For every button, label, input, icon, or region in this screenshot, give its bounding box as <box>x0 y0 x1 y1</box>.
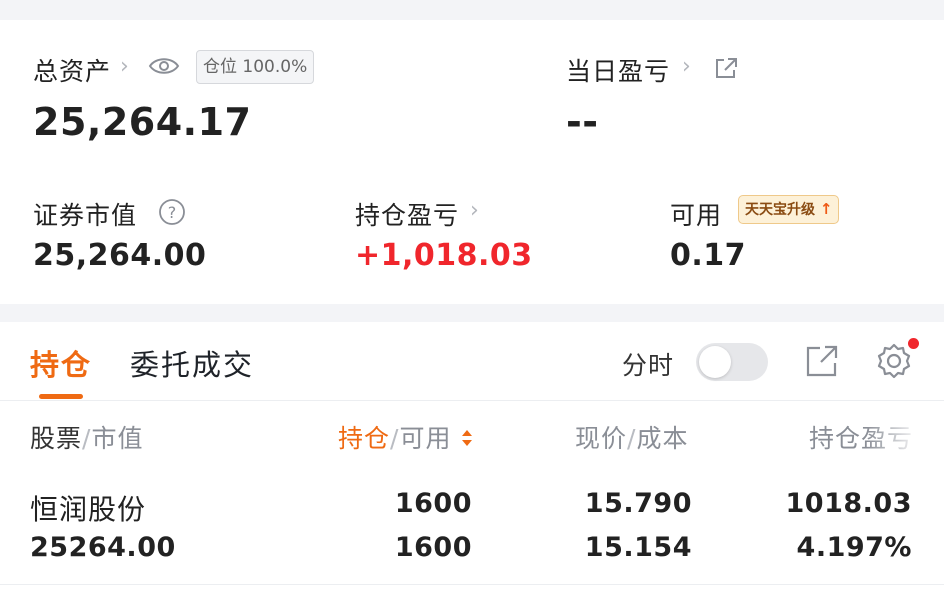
header-position-label: 持仓 <box>338 424 391 453</box>
gear-icon[interactable] <box>874 342 914 382</box>
position-ratio-badge: 仓位 100.0% <box>196 50 315 84</box>
column-header-price: 现价/成本 <box>575 419 688 455</box>
share-icon[interactable] <box>805 344 839 378</box>
up-arrow-icon: ↑ <box>819 200 833 218</box>
chevron-right-icon[interactable]: › <box>120 54 129 79</box>
market-value-label: 证券市值 <box>33 201 138 230</box>
available-funds-label: 可用 <box>670 201 723 230</box>
stock-name: 恒润股份 <box>30 493 147 526</box>
notification-dot <box>908 338 919 349</box>
promo-upgrade-tag[interactable]: 天天宝升级 ↑ <box>738 195 840 224</box>
header-market-value-label: 市值 <box>91 424 144 453</box>
header-price-label: 现价 <box>575 424 628 453</box>
daily-pnl-value: -- <box>566 100 599 144</box>
total-assets-value: 25,264.17 <box>33 100 252 144</box>
holdings-card: 持仓 委托成交 分时 股票/市值 持仓/可用 现价/成本 持仓盈亏 恒润股份 2… <box>0 322 944 593</box>
holding-pnl-label[interactable]: 持仓盈亏 <box>355 196 459 232</box>
header-cost-label: 成本 <box>636 424 689 453</box>
holding-pnl-percent: 4.197% <box>796 532 912 563</box>
chevron-right-icon[interactable]: › <box>682 54 691 79</box>
tab-holdings[interactable]: 持仓 <box>30 342 92 384</box>
header-stock-label: 股票 <box>30 424 83 453</box>
position-quantity: 1600 <box>394 488 472 519</box>
holding-pnl-value: +1,018.03 <box>355 238 533 273</box>
tab-divider <box>0 400 944 401</box>
timeshare-toggle[interactable] <box>696 343 768 381</box>
eye-icon[interactable] <box>148 55 180 77</box>
market-value-value: 25,264.00 <box>33 238 207 273</box>
promo-upgrade-label: 天天宝升级 <box>745 202 815 218</box>
holding-pnl-amount: 1018.03 <box>785 488 912 519</box>
available-quantity: 1600 <box>394 532 472 563</box>
chevron-right-icon[interactable]: › <box>470 198 479 223</box>
sort-icon[interactable] <box>460 427 474 449</box>
column-header-position[interactable]: 持仓/可用 <box>338 419 474 455</box>
svg-text:?: ? <box>168 203 177 222</box>
current-price: 15.790 <box>584 488 692 519</box>
timeshare-label: 分时 <box>622 351 675 380</box>
external-link-icon[interactable] <box>713 56 739 80</box>
column-header-holding-pnl: 持仓盈亏 <box>809 424 914 453</box>
help-icon[interactable]: ? <box>158 198 186 226</box>
total-assets-label[interactable]: 总资产 <box>33 52 111 88</box>
toggle-knob <box>699 346 731 378</box>
account-summary-card: 总资产 › 仓位 100.0% 25,264.17 当日盈亏 › -- 证券市值… <box>0 20 944 304</box>
header-available-label: 可用 <box>399 424 452 453</box>
stock-market-value: 25264.00 <box>30 532 176 563</box>
column-header-stock: 股票/市值 <box>30 419 143 455</box>
tab-orders-trades[interactable]: 委托成交 <box>130 342 254 384</box>
table-row[interactable]: 恒润股份 25264.00 1600 1600 15.790 15.154 10… <box>0 472 944 572</box>
daily-pnl-label[interactable]: 当日盈亏 <box>566 52 670 88</box>
available-funds-value: 0.17 <box>670 238 747 273</box>
active-tab-underline <box>39 394 83 399</box>
row-divider <box>0 584 944 585</box>
cost-price: 15.154 <box>584 532 692 563</box>
